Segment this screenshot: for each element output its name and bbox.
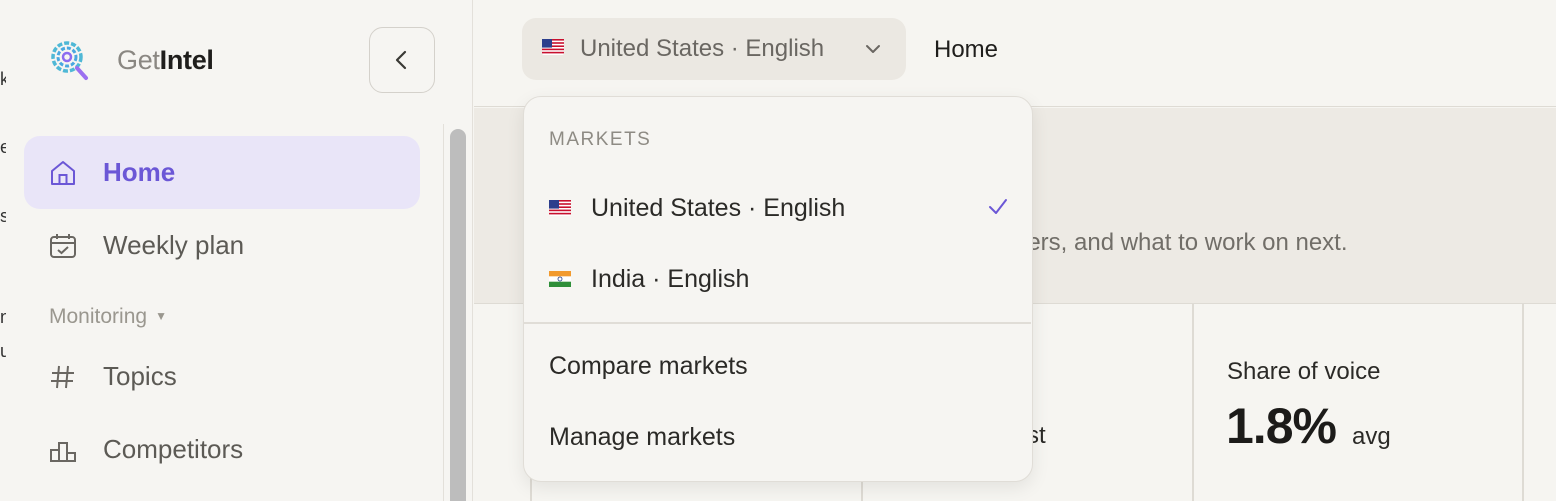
market-option-india[interactable]: India · English	[524, 249, 1034, 309]
card-divider	[1522, 303, 1524, 501]
calendar-check-icon	[50, 234, 76, 258]
section-label: Monitoring	[49, 305, 148, 328]
markets-dropdown: MARKETS United States · English India · …	[523, 96, 1033, 482]
sidebar-item-topics[interactable]: Topics	[24, 340, 420, 413]
edge-letter: s	[0, 207, 6, 225]
sidebar-item-competitors[interactable]: Competitors	[24, 413, 420, 486]
chevron-left-icon	[395, 50, 407, 70]
edge-letter: e	[0, 138, 6, 156]
brand-prefix: Get	[117, 45, 160, 75]
sidebar-item-home[interactable]: Home	[24, 136, 420, 209]
logo-icon	[51, 41, 88, 80]
market-selector-button[interactable]: United States · English	[522, 18, 906, 80]
edge-letter: k	[0, 70, 6, 88]
market-option-label: United States · English	[591, 194, 846, 222]
us-flag-icon	[549, 200, 571, 216]
share-of-voice-title: Share of voice	[1227, 358, 1381, 385]
collapse-sidebar-button[interactable]	[369, 27, 435, 93]
sidebar-item-weekly-plan[interactable]: Weekly plan	[24, 209, 420, 282]
manage-markets-button[interactable]: Manage markets	[549, 423, 735, 452]
brand-name: GetIntel	[117, 45, 214, 76]
us-flag-icon	[542, 39, 564, 55]
home-icon	[51, 161, 75, 185]
dropdown-section-label: MARKETS	[549, 129, 652, 150]
scrollbar-thumb[interactable]	[450, 129, 466, 501]
podium-icon	[50, 442, 76, 462]
share-of-voice-value: 1.8%	[1226, 398, 1337, 454]
page-title: Home	[934, 36, 999, 63]
sidebar: k e s n u GetIntel Home Weekly plan Moni…	[0, 0, 473, 501]
chevron-down-icon	[866, 45, 880, 53]
market-selector-label: United States · English	[580, 35, 825, 62]
section-monitoring[interactable]: Monitoring ▼	[49, 305, 167, 329]
hash-icon	[51, 365, 74, 389]
sidebar-item-label: Weekly plan	[103, 230, 245, 260]
dropdown-divider	[524, 322, 1031, 324]
share-of-voice-unit: avg	[1352, 423, 1391, 450]
card-divider	[1192, 303, 1194, 501]
edge-letter: u	[0, 342, 6, 360]
caret-down-icon: ▼	[155, 309, 167, 323]
market-option-label: India · English	[591, 265, 750, 293]
sidebar-item-label: Competitors	[103, 434, 244, 464]
in-flag-icon	[549, 271, 571, 287]
edge-letter: n	[0, 308, 6, 326]
compare-markets-button[interactable]: Compare markets	[549, 352, 748, 381]
market-option-united-states[interactable]: United States · English	[524, 178, 1034, 238]
sidebar-item-label: Topics	[103, 361, 177, 391]
hero-subtitle: wers, and what to work on next.	[1010, 229, 1348, 256]
sidebar-item-label: Home	[103, 157, 176, 187]
checkmark-icon	[989, 199, 1007, 214]
brand-suffix: Intel	[159, 45, 214, 75]
